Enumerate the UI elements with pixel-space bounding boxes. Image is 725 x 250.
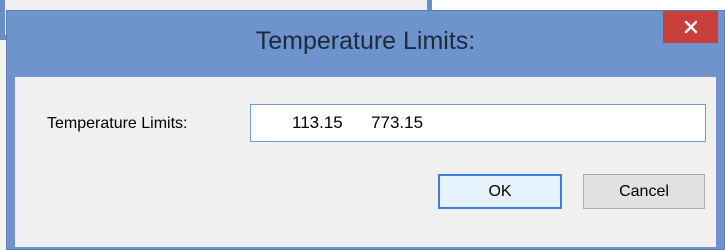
temperature-limits-label: Temperature Limits: — [47, 115, 188, 132]
close-button[interactable] — [663, 11, 718, 43]
temperature-limits-input[interactable] — [250, 104, 706, 142]
dialog-title: Temperature Limits: — [255, 27, 476, 55]
dialog-body: Temperature Limits: OK Cancel — [15, 77, 716, 247]
temperature-limits-dialog: Temperature Limits: Temperature Limits: … — [6, 10, 725, 250]
screen: Temperature Limits: Temperature Limits: … — [0, 0, 725, 250]
dialog-titlebar[interactable]: Temperature Limits: — [7, 11, 724, 73]
ok-button[interactable]: OK — [438, 174, 562, 209]
background-area — [432, 0, 725, 10]
cancel-button[interactable]: Cancel — [583, 174, 705, 209]
close-icon — [684, 20, 698, 34]
